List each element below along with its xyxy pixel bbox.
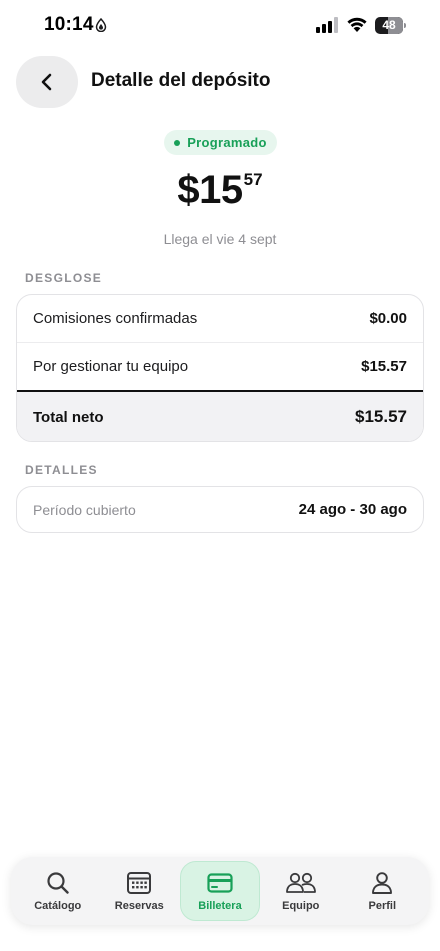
- amount-cents: 57: [243, 170, 263, 189]
- chevron-left-icon: [41, 73, 52, 91]
- breakdown-row: Comisiones confirmadas $0.00: [17, 295, 423, 343]
- total-label: Total neto: [33, 408, 104, 426]
- calendar-icon: [127, 871, 152, 894]
- nav-label: Reservas: [114, 899, 164, 912]
- row-label: Comisiones confirmadas: [33, 310, 198, 327]
- total-value: $15.57: [355, 407, 407, 426]
- page-title: Detalle del depósito: [91, 70, 271, 91]
- wallet-card-icon: [207, 872, 233, 893]
- breakdown-section-title: DESGLOSE: [25, 271, 103, 285]
- row-value: $15.57: [361, 358, 407, 375]
- battery-level: 48: [382, 18, 396, 32]
- bottom-nav: Catálogo Reservas Billetera Equipo Perfi…: [11, 857, 429, 925]
- row-label: Por gestionar tu equipo: [33, 358, 189, 375]
- nav-item-perfil[interactable]: Perfil: [342, 861, 424, 921]
- status-dot-icon: [174, 139, 181, 146]
- nav-item-reservas[interactable]: Reservas: [99, 861, 181, 921]
- team-icon: [285, 872, 316, 893]
- details-card: Período cubierto 24 ago - 30 ago: [16, 486, 424, 533]
- wifi-icon: [347, 17, 367, 32]
- battery-icon: 48: [375, 17, 407, 34]
- search-icon: [47, 871, 69, 894]
- nav-item-billetera[interactable]: Billetera: [180, 861, 260, 921]
- row-label: Período cubierto: [33, 501, 136, 518]
- back-button[interactable]: [16, 56, 78, 108]
- status-time: 10:14: [44, 14, 94, 35]
- row-value: 24 ago - 30 ago: [298, 501, 407, 518]
- focus-drop-icon: [95, 18, 107, 32]
- deposit-amount: $1557: [0, 168, 440, 213]
- total-row: Total neto $15.57: [17, 392, 423, 441]
- nav-label: Perfil: [368, 899, 396, 912]
- nav-item-catalogo[interactable]: Catálogo: [17, 861, 99, 921]
- details-row: Período cubierto 24 ago - 30 ago: [17, 487, 423, 532]
- nav-label: Equipo: [282, 899, 320, 912]
- row-value: $0.00: [369, 310, 407, 327]
- cellular-signal-icon: [316, 17, 338, 33]
- nav-label: Billetera: [198, 899, 242, 912]
- breakdown-card: Comisiones confirmadas $0.00 Por gestion…: [16, 294, 424, 442]
- breakdown-row: Por gestionar tu equipo $15.57: [17, 343, 423, 390]
- nav-item-equipo[interactable]: Equipo: [260, 861, 342, 921]
- status-badge: Programado: [164, 130, 277, 155]
- nav-label: Catálogo: [34, 899, 82, 912]
- arrival-date: Llega el vie 4 sept: [163, 231, 277, 247]
- details-section-title: DETALLES: [25, 463, 98, 477]
- status-bar: 10:14 48: [0, 0, 440, 52]
- person-icon: [372, 871, 393, 894]
- amount-whole: $15: [177, 168, 243, 212]
- status-label: Programado: [187, 135, 267, 150]
